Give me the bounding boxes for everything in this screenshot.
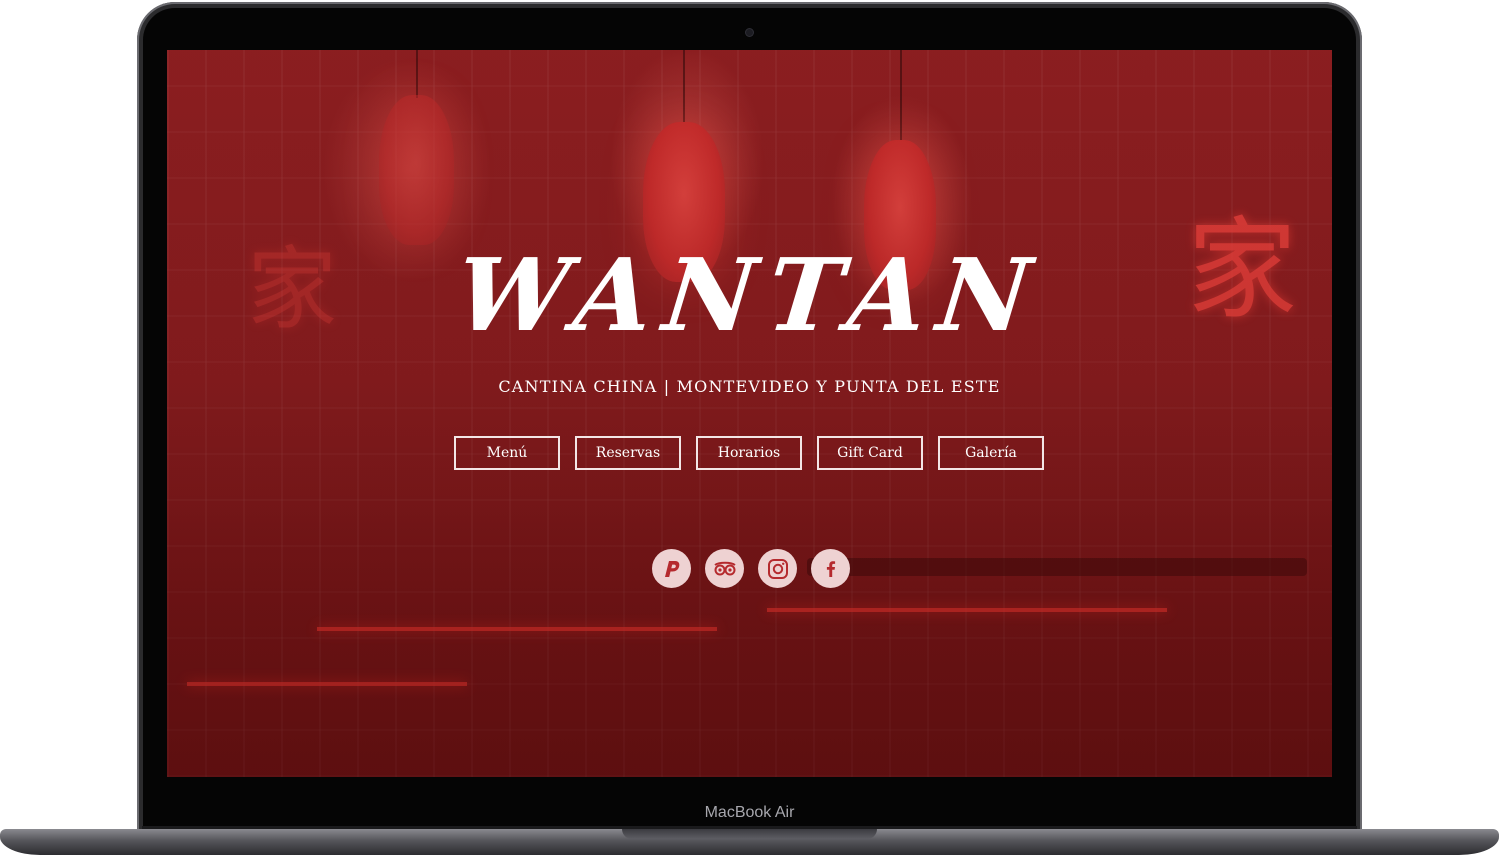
lid-notch [622,829,877,839]
site-tagline: CANTINA CHINA | MONTEVIDEO Y PUNTA DEL E… [498,377,1001,396]
laptop-mockup: 家 家 WANTAN CANTINA CHINA | MONTEVIDEO Y … [0,0,1499,861]
site-logo[interactable]: WANTAN [167,236,1332,354]
nav-menu-button[interactable]: Menú [454,436,560,470]
tripadvisor-link[interactable] [705,549,744,588]
nav-horarios-button[interactable]: Horarios [696,436,802,470]
facebook-icon [826,560,835,577]
pedidosya-link[interactable] [652,549,691,588]
website-screen: 家 家 WANTAN CANTINA CHINA | MONTEVIDEO Y … [167,50,1332,777]
hero-content: WANTAN CANTINA CHINA | MONTEVIDEO Y PUNT… [167,50,1332,777]
nav-galeria-button[interactable]: Galería [938,436,1044,470]
instagram-link[interactable] [758,549,797,588]
camera-icon [746,29,753,36]
laptop-base [0,826,1499,861]
device-model-label: MacBook Air [704,804,795,821]
instagram-icon [767,558,788,579]
main-nav: Menú Reservas Horarios Gift Card Galería [454,436,1044,470]
tripadvisor-icon [713,561,736,575]
nav-reservas-button[interactable]: Reservas [575,436,681,470]
social-links [652,549,850,588]
pedidosya-icon [664,560,679,577]
facebook-link[interactable] [811,549,850,588]
nav-gift-card-button[interactable]: Gift Card [817,436,923,470]
